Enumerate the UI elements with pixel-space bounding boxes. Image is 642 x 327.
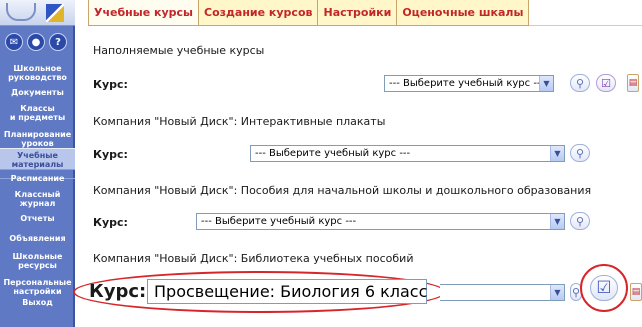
sidebar-item-personal-settings[interactable]: Персональные настройки	[0, 276, 75, 298]
sidebar-item-label: Классный	[14, 190, 61, 199]
chevron-down-icon: ▼	[550, 146, 564, 161]
search-icon[interactable]: ⚲	[570, 74, 590, 92]
sidebar-item-label: материалы	[11, 160, 64, 169]
check-icon[interactable]: ☑	[596, 74, 616, 92]
tab-courses[interactable]: Учебные курсы	[88, 0, 199, 26]
sidebar-item-label: Выход	[22, 298, 53, 307]
check-icon[interactable]: ☑	[590, 275, 618, 301]
sidebar-item-label: Планирование	[3, 130, 72, 139]
document-icon[interactable]: ▤	[627, 74, 639, 92]
course-select[interactable]: --- Выберите учебный курс --- ▼	[250, 145, 565, 162]
logo-shape	[6, 3, 36, 21]
sidebar-item-schedule[interactable]: Расписание	[0, 172, 75, 184]
chevron-down-icon: ▼	[550, 285, 564, 300]
section-title-primary-school: Компания "Новый Диск": Пособия для начал…	[93, 184, 592, 197]
help-icon[interactable]: ?	[49, 33, 67, 51]
sidebar-item-label: Школьное	[13, 64, 62, 73]
section-title-filled-courses: Наполняемые учебные курсы	[93, 44, 265, 57]
sidebar-item-label: Объявления	[9, 234, 66, 243]
course-label: Курс:	[93, 78, 128, 91]
sidebar: ✉ ● ? Школьное руководство Документы Классы…	[0, 0, 75, 327]
sidebar-item-label: уроков	[21, 139, 54, 148]
sidebar-item-learning-materials[interactable]: Учебные материалы	[0, 148, 75, 170]
sidebar-item-school-resources[interactable]: Школьные ресурсы	[0, 250, 75, 272]
chevron-down-icon: ▼	[550, 214, 564, 229]
sidebar-item-label: и предметы	[9, 113, 66, 122]
sidebar-item-label: Классы	[20, 104, 55, 113]
users-icon[interactable]: ●	[27, 33, 45, 51]
sidebar-item-label: ресурсы	[18, 261, 57, 270]
sidebar-item-class-journal[interactable]: Классный журнал	[0, 188, 75, 210]
course-select-value: --- Выберите учебный курс ---	[255, 148, 411, 159]
sidebar-item-reports[interactable]: Отчеты	[0, 212, 75, 224]
sidebar-item-label: руководство	[8, 73, 67, 82]
sidebar-item-announcements[interactable]: Объявления	[0, 232, 75, 244]
search-icon[interactable]: ⚲	[570, 212, 590, 230]
course-select[interactable]: --- Выберите учебный курс --- ▼	[384, 75, 554, 92]
document-icon[interactable]: ▤	[630, 283, 642, 301]
sidebar-item-label: Школьные	[12, 252, 63, 261]
sidebar-item-label: настройки	[13, 287, 62, 296]
tab-settings[interactable]: Настройки	[317, 0, 398, 26]
sidebar-item-label: Документы	[11, 88, 64, 97]
search-icon[interactable]: ⚲	[570, 144, 590, 162]
sidebar-icon-row: ✉ ● ?	[5, 33, 67, 51]
chevron-down-icon: ▼	[539, 76, 553, 91]
course-select-value[interactable]: Просвещение: Биология 6 класс	[147, 279, 427, 304]
sidebar-item-label: Расписание	[10, 174, 65, 183]
tab-bar: Учебные курсы Создание курсов Настройки …	[88, 0, 530, 26]
course-select[interactable]: --- Выберите учебный курс --- ▼	[196, 213, 565, 230]
course-label: Курс:	[89, 281, 147, 302]
sidebar-item-classes-subjects[interactable]: Классы и предметы	[0, 102, 75, 124]
logo-flag	[46, 4, 64, 22]
course-label: Курс:	[93, 216, 128, 229]
course-label: Курс:	[93, 148, 128, 161]
course-select-value: --- Выберите учебный курс ---	[201, 216, 357, 227]
sidebar-item-label: Персональные	[3, 278, 72, 287]
sidebar-item-label: журнал	[19, 199, 56, 208]
sidebar-item-logout[interactable]: Выход	[0, 296, 75, 308]
mail-icon[interactable]: ✉	[5, 33, 23, 51]
section-title-interactive-posters: Компания "Новый Диск": Интерактивные пла…	[93, 115, 386, 128]
sidebar-item-label: Отчеты	[20, 214, 55, 223]
sidebar-item-documents[interactable]: Документы	[0, 86, 75, 98]
tab-create-courses[interactable]: Создание курсов	[198, 0, 319, 26]
logo	[0, 0, 75, 26]
tab-grading-scales[interactable]: Оценочные шкалы	[396, 0, 530, 26]
app-window: ✉ ● ? Школьное руководство Документы Классы…	[0, 0, 642, 327]
course-select[interactable]: ▼	[440, 284, 565, 301]
sidebar-item-lesson-planning[interactable]: Планирование уроков	[0, 128, 75, 150]
section-title-textbook-library: Компания "Новый Диск": Библиотека учебны…	[93, 252, 414, 265]
sidebar-item-school-management[interactable]: Школьное руководство	[0, 62, 75, 84]
course-select-value: --- Выберите учебный курс ---	[389, 78, 539, 89]
sidebar-item-label: Учебные	[17, 151, 58, 160]
